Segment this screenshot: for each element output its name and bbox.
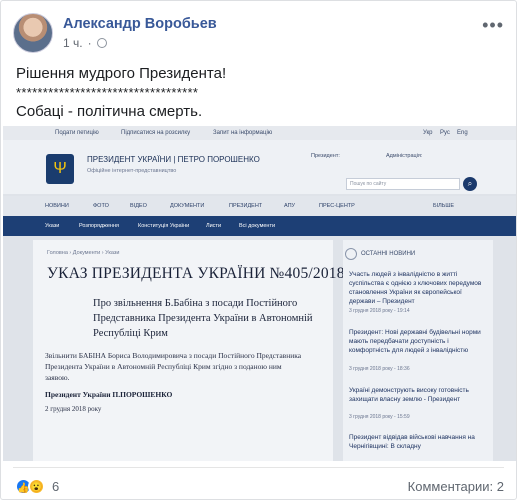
nav-item: ВІДЕО bbox=[130, 203, 147, 209]
lang-item: Укр bbox=[423, 130, 433, 136]
latest-news-title: ОСТАННІ НОВИНИ bbox=[361, 251, 416, 257]
post-text-line-1: Рішення мудрого Президента! bbox=[16, 65, 227, 82]
president-social-label: Президент: bbox=[311, 153, 340, 159]
post-image[interactable]: Подати петицію Підписатися на розсилку З… bbox=[3, 126, 516, 461]
more-options-icon[interactable]: ••• bbox=[482, 15, 504, 36]
subnav-item: Укази bbox=[45, 223, 60, 229]
nav-item: ПРЕЗИДЕНТ bbox=[229, 203, 263, 209]
topbar-item: Підписатися на розсилку bbox=[121, 130, 191, 136]
decree-title: УКАЗ ПРЕЗИДЕНТА УКРАЇНИ №405/2018 bbox=[47, 265, 345, 282]
subnav-item: Всі документи bbox=[239, 223, 276, 229]
wow-reaction-icon: 😮 bbox=[28, 478, 45, 495]
nav-item: НОВИНИ bbox=[45, 203, 69, 209]
search-icon: ⌕ bbox=[463, 177, 477, 191]
avatar[interactable] bbox=[13, 13, 53, 53]
breadcrumb: Головна › Документи › Укази bbox=[47, 250, 120, 256]
news-date: 3 грудня 2018 року - 18:36 bbox=[349, 366, 410, 372]
latest-news-sidebar: ОСТАННІ НОВИНИ Участь людей з інвалідніс… bbox=[343, 240, 493, 461]
news-item: Україні демонструють високу готовність з… bbox=[349, 387, 469, 403]
comments-count-link[interactable]: Комментарии: 2 bbox=[408, 479, 504, 494]
nav-item: БІЛЬШЕ bbox=[433, 203, 455, 209]
reactions-count: 6 bbox=[52, 479, 60, 494]
facebook-post: Александр Воробьев 1 ч. · ••• Рішення му… bbox=[0, 0, 517, 500]
news-item: Президент: Нові державні будівельні норм… bbox=[349, 329, 481, 354]
subnav-item: Конституція України bbox=[138, 223, 190, 229]
decree-subtitle: Про звільнення Б.Бабіна з посади Постійн… bbox=[93, 298, 313, 339]
topbar-item: Подати петицію bbox=[55, 130, 99, 136]
author-name[interactable]: Александр Воробьев bbox=[63, 16, 217, 32]
site-main-nav: НОВИНИ ФОТО ВІДЕО ДОКУМЕНТИ ПРЕЗИДЕНТ АП… bbox=[3, 196, 516, 216]
lang-item: Рус bbox=[440, 130, 450, 136]
site-subtitle: Офіційне інтернет-представництво bbox=[87, 168, 177, 174]
latest-news-heading: ОСТАННІ НОВИНИ bbox=[345, 248, 415, 260]
globe-icon[interactable] bbox=[96, 38, 107, 48]
post-text-line-2: ********************************** bbox=[16, 85, 199, 100]
admin-social-label: Адміністрація: bbox=[386, 153, 423, 159]
decree-content: Головна › Документи › Укази УКАЗ ПРЕЗИДЕ… bbox=[33, 240, 345, 461]
news-item: Президент відвідав військові навчання на… bbox=[349, 434, 475, 450]
site-topbar: Подати петицію Підписатися на розсилку З… bbox=[3, 126, 516, 140]
nav-item: ПРЕС-ЦЕНТР bbox=[319, 203, 355, 209]
news-date: 3 грудня 2018 року - 19:14 bbox=[349, 308, 410, 314]
nav-item: ДОКУМЕНТИ bbox=[170, 203, 205, 209]
site-title: ПРЕЗИДЕНТ УКРАЇНИ | ПЕТРО ПОРОШЕНКО bbox=[87, 155, 260, 164]
news-icon bbox=[345, 248, 357, 260]
decree-date: 2 грудня 2018 року bbox=[45, 405, 102, 413]
site-sub-nav: Укази Розпорядження Конституція України … bbox=[3, 216, 516, 236]
decree-signature: Президент України П.ПОРОШЕНКО bbox=[45, 390, 173, 399]
post-time[interactable]: 1 ч. bbox=[63, 36, 83, 50]
separator-dot: · bbox=[87, 36, 92, 50]
reactions-summary[interactable]: 👍 😮 6 bbox=[15, 478, 59, 495]
post-meta: 1 ч. · bbox=[63, 36, 107, 50]
subnav-item: Розпорядження bbox=[79, 223, 119, 229]
topbar-item: Запит на інформацію bbox=[213, 130, 273, 136]
decree-body: Звільнити БАБІНА Бориса Володимировича з… bbox=[45, 351, 302, 382]
footer-divider bbox=[13, 467, 504, 468]
news-date: 3 грудня 2018 року - 15:59 bbox=[349, 414, 410, 420]
nav-item: АПУ bbox=[284, 203, 296, 209]
lang-item: Eng bbox=[457, 130, 468, 136]
nav-item: ФОТО bbox=[93, 203, 109, 209]
trident-emblem-icon: Ψ bbox=[46, 154, 74, 184]
news-item: Участь людей з інвалідністю в житті сусп… bbox=[349, 271, 482, 305]
post-text-line-3: Собаці - політична смерть. bbox=[16, 103, 203, 120]
subnav-item: Листи bbox=[206, 223, 222, 229]
site-header: Ψ ПРЕЗИДЕНТ УКРАЇНИ | ПЕТРО ПОРОШЕНКО Оф… bbox=[3, 140, 516, 194]
site-search-input: Пошук по сайту bbox=[346, 178, 460, 190]
